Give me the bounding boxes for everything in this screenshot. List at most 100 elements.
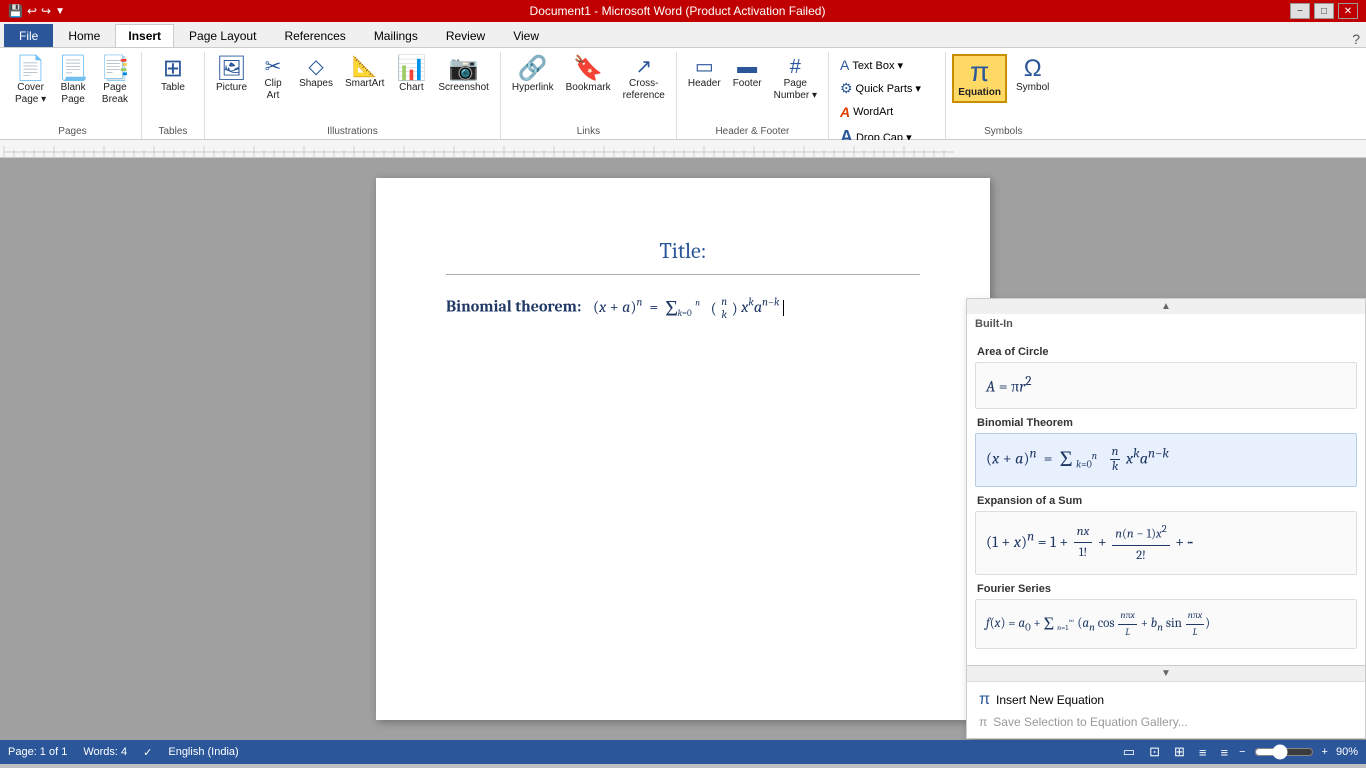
tab-home[interactable]: Home — [55, 24, 113, 47]
quick-access-save[interactable]: 💾 — [8, 4, 23, 18]
save-eq-gallery-btn[interactable]: π Save Selection to Equation Gallery... — [975, 712, 1357, 732]
chart-button[interactable]: 📊 Chart — [391, 54, 431, 97]
tab-view[interactable]: View — [500, 24, 552, 47]
doc-divider — [446, 274, 920, 275]
wordart-button[interactable]: A WordArt — [835, 101, 939, 123]
doc-title: Title: — [446, 238, 920, 264]
eq-card-fourier[interactable]: f(x) = a0 + Σ n=1∞ (an cos nπx L + bn si… — [975, 599, 1357, 649]
equation-button[interactable]: π Equation — [952, 54, 1007, 103]
eq-section-fourier-title: Fourier Series — [975, 583, 1357, 595]
spell-check-icon[interactable]: ✓ — [143, 746, 152, 759]
title-bar: 💾 ↩ ↪ ▼ Document1 - Microsoft Word (Prod… — [0, 0, 1366, 22]
quick-access-more[interactable]: ▼ — [55, 6, 65, 17]
web-layout-btn[interactable]: ⊞ — [1171, 743, 1188, 761]
ribbon-group-header-footer: ▭ Header ▬ Footer # PageNumber ▾ Header … — [677, 52, 829, 139]
close-btn[interactable]: ✕ — [1338, 3, 1358, 19]
doc-area: Title: Binomial theorem: (x + a)n = Σ k=… — [0, 158, 1366, 740]
tab-review[interactable]: Review — [433, 24, 498, 47]
zoom-level: 90% — [1336, 746, 1358, 758]
equation-panel-inner: Area of Circle A = πr2 Binomial Theorem … — [967, 330, 1365, 665]
smartart-button[interactable]: 📐 SmartArt — [340, 54, 389, 93]
header-icon: ▭ — [695, 57, 714, 77]
quick-parts-icon: ⚙ — [840, 80, 853, 97]
ribbon-group-pages: 📄 CoverPage ▾ 📃 BlankPage 📑 PageBreak Pa… — [4, 52, 142, 139]
cross-reference-button[interactable]: ↗ Cross-reference — [618, 54, 670, 105]
quick-access-redo[interactable]: ↪ — [41, 4, 51, 18]
table-icon: ⊞ — [163, 57, 183, 81]
save-eq-icon: π — [979, 715, 987, 729]
page-info: Page: 1 of 1 — [8, 746, 67, 758]
doc-equation[interactable]: Binomial theorem: (x + a)n = Σ k=0 n ( n… — [446, 295, 920, 321]
wordart-icon: A — [840, 104, 850, 120]
cross-reference-icon: ↗ — [635, 57, 652, 77]
panel-scroll-down[interactable]: ▼ — [967, 665, 1365, 681]
tab-insert[interactable]: Insert — [115, 24, 174, 47]
text-box-icon: A — [840, 57, 849, 73]
tab-page-layout[interactable]: Page Layout — [176, 24, 269, 47]
ribbon-group-text: A Text Box ▾ ⚙ Quick Parts ▾ A WordArt A… — [829, 52, 946, 139]
hyperlink-button[interactable]: 🔗 Hyperlink — [507, 54, 559, 97]
language-info: English (India) — [168, 746, 238, 758]
cover-page-button[interactable]: 📄 CoverPage ▾ — [10, 54, 51, 109]
header-button[interactable]: ▭ Header — [683, 54, 726, 93]
symbol-icon: Ω — [1024, 57, 1042, 81]
full-screen-btn[interactable]: ⊡ — [1146, 743, 1163, 761]
equation-panel: ▲ Built-In Area of Circle A = πr2 Binomi… — [966, 298, 1366, 739]
cover-page-icon: 📄 — [16, 57, 46, 81]
quick-parts-button[interactable]: ⚙ Quick Parts ▾ — [835, 77, 939, 100]
print-layout-btn[interactable]: ▭ — [1120, 743, 1138, 761]
bookmark-button[interactable]: 🔖 Bookmark — [561, 54, 616, 97]
ruler: // Generated via JS below — [0, 140, 1366, 158]
eq-panel-footer: π Insert New Equation π Save Selection t… — [967, 681, 1365, 738]
screenshot-icon: 📷 — [449, 57, 479, 81]
page-number-button[interactable]: # PageNumber ▾ — [769, 54, 822, 105]
screenshot-button[interactable]: 📷 Screenshot — [433, 54, 494, 97]
clip-art-button[interactable]: ✂ ClipArt — [254, 54, 292, 105]
table-button[interactable]: ⊞ Table — [148, 54, 198, 97]
footer-button[interactable]: ▬ Footer — [728, 54, 767, 93]
zoom-in-btn[interactable]: + — [1322, 746, 1328, 758]
status-bar: Page: 1 of 1 Words: 4 ✓ English (India) … — [0, 740, 1366, 764]
text-box-button[interactable]: A Text Box ▾ — [835, 54, 939, 76]
tab-file[interactable]: File — [4, 24, 53, 47]
clip-art-icon: ✂ — [265, 57, 282, 77]
builtin-label: Built-In — [967, 314, 1365, 330]
eq-card-expansion[interactable]: (1 + x)n = 1 + nx 1! + n(n − 1)x2 2! + ·… — [975, 511, 1357, 575]
quick-access-undo[interactable]: ↩ — [27, 4, 37, 18]
blank-page-button[interactable]: 📃 BlankPage — [53, 54, 93, 109]
minimize-btn[interactable]: − — [1290, 3, 1310, 19]
ribbon-group-links: 🔗 Hyperlink 🔖 Bookmark ↗ Cross-reference… — [501, 52, 677, 139]
ribbon-group-symbols: π Equation Ω Symbol Symbols — [946, 52, 1060, 139]
page-break-icon: 📑 — [100, 57, 130, 81]
picture-button[interactable]: 🖼 Picture — [211, 54, 252, 97]
panel-scroll-up[interactable]: ▲ — [967, 298, 1365, 314]
bookmark-icon: 🔖 — [573, 57, 603, 81]
outline-btn[interactable]: ≡ — [1196, 744, 1210, 761]
eq-card-binomial[interactable]: (x + a)n = Σ k=0n n k xkan−k — [975, 433, 1357, 487]
equation-icon: π — [970, 58, 989, 86]
zoom-out-btn[interactable]: − — [1239, 746, 1245, 758]
tab-mailings[interactable]: Mailings — [361, 24, 431, 47]
blank-page-icon: 📃 — [58, 57, 88, 81]
eq-section-area-circle-title: Area of Circle — [975, 346, 1357, 358]
maximize-btn[interactable]: □ — [1314, 3, 1334, 19]
tab-references[interactable]: References — [271, 24, 358, 47]
shapes-icon: ◇ — [308, 57, 323, 77]
page-number-icon: # — [790, 57, 801, 77]
ribbon-group-tables: ⊞ Table Tables — [142, 52, 205, 139]
eq-card-area-circle[interactable]: A = πr2 — [975, 362, 1357, 409]
draft-btn[interactable]: ≡ — [1218, 744, 1232, 761]
document-page[interactable]: Title: Binomial theorem: (x + a)n = Σ k=… — [376, 178, 990, 720]
ribbon-tabs: File Home Insert Page Layout References … — [0, 22, 1366, 48]
insert-new-equation-btn[interactable]: π Insert New Equation — [975, 688, 1357, 712]
window-title: Document1 - Microsoft Word (Product Acti… — [530, 4, 826, 18]
smartart-icon: 📐 — [352, 57, 377, 77]
eq-section-binomial-title: Binomial Theorem — [975, 417, 1357, 429]
ribbon: 📄 CoverPage ▾ 📃 BlankPage 📑 PageBreak Pa… — [0, 48, 1366, 140]
eq-section-expansion-title: Expansion of a Sum — [975, 495, 1357, 507]
symbol-button[interactable]: Ω Symbol — [1011, 54, 1054, 103]
zoom-slider[interactable] — [1254, 744, 1314, 760]
ribbon-help-icon[interactable]: ? — [1346, 31, 1366, 47]
page-break-button[interactable]: 📑 PageBreak — [95, 54, 135, 109]
shapes-button[interactable]: ◇ Shapes — [294, 54, 338, 93]
